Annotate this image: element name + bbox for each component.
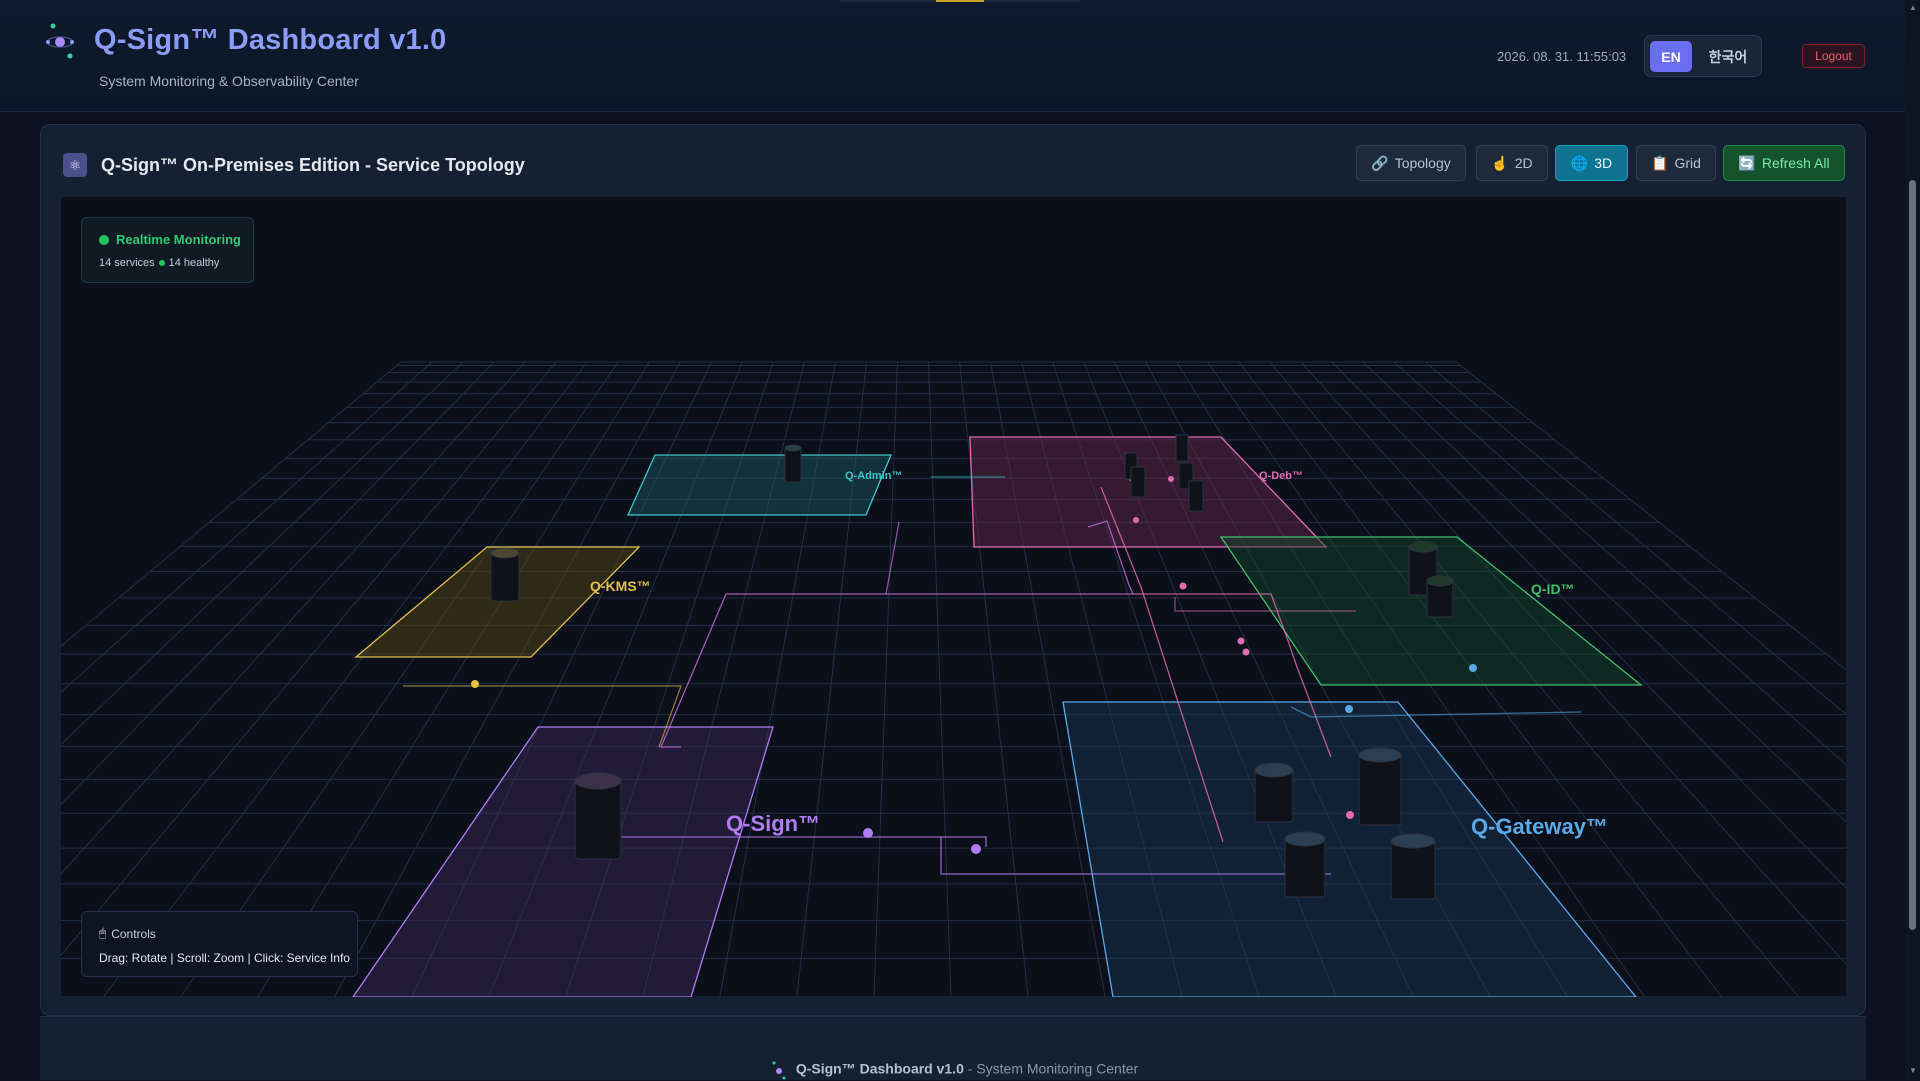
node-qdeb-3[interactable]: [1175, 434, 1189, 462]
refresh-all-label: Refresh All: [1761, 155, 1830, 171]
link-icon: 🔗: [1371, 154, 1389, 171]
language-switcher: EN 한국어: [1644, 35, 1762, 77]
page-scrollbar[interactable]: ▲ ▼: [1905, 0, 1920, 1080]
zone-qsign[interactable]: [352, 726, 774, 997]
label-qgateway: Q-Gateway™: [1471, 814, 1608, 839]
topology-button[interactable]: 🔗 Topology: [1356, 145, 1466, 181]
realtime-monitoring-box: Realtime Monitoring 14 services 14 healt…: [81, 217, 254, 283]
topology-panel: ⚛ Q-Sign™ On-Premises Edition - Service …: [40, 124, 1866, 1016]
status-dot-icon: [99, 235, 109, 245]
view-2d-button[interactable]: ☝ 2D: [1476, 145, 1548, 181]
current-datetime: 2026. 08. 31. 11:55:03: [1497, 49, 1627, 64]
mouse-icon: 🖱: [99, 926, 107, 940]
lang-ko-button[interactable]: 한국어: [1701, 41, 1755, 72]
node-qadmin[interactable]: [784, 444, 802, 483]
top-progress-indicator: [840, 0, 1080, 2]
scrollbar-thumb[interactable]: [1909, 180, 1916, 930]
view-3d-label: 3D: [1594, 155, 1613, 171]
lang-en-button[interactable]: EN: [1650, 41, 1692, 72]
footer-logo-icon: [772, 1061, 786, 1080]
topology-scene[interactable]: Q-Admin™ Q-Deb™ Q-KMS™ Q-ID™ Q-Sign™ Q-G…: [61, 197, 1846, 997]
app-subtitle: System Monitoring & Observability Center: [99, 73, 359, 89]
node-qdeb-5[interactable]: [1188, 480, 1204, 512]
topology-3d-viewport[interactable]: Q-Admin™ Q-Deb™ Q-KMS™ Q-ID™ Q-Sign™ Q-G…: [61, 197, 1846, 997]
zone-qadmin[interactable]: [626, 454, 892, 516]
topology-panel-icon: ⚛: [63, 153, 87, 177]
grid-button-label: Grid: [1674, 155, 1701, 171]
status-title: Realtime Monitoring: [116, 232, 241, 247]
refresh-icon: 🔄: [1738, 154, 1756, 171]
view-2d-label: 2D: [1514, 155, 1533, 171]
refresh-all-button[interactable]: 🔄 Refresh All: [1723, 145, 1845, 181]
label-qdeb: Q-Deb™: [1259, 470, 1303, 482]
zone-qdeb[interactable]: [969, 436, 1328, 548]
controls-title: 🖱 Controls: [99, 926, 156, 941]
footer-brand: Q-Sign™ Dashboard v1.0: [795, 1060, 964, 1077]
status-detail: 14 services 14 healthy: [99, 257, 219, 269]
view-3d-button[interactable]: 🌐 3D: [1555, 145, 1628, 181]
scroll-up-icon[interactable]: ▲: [1909, 3, 1917, 12]
label-qadmin: Q-Admin™: [845, 470, 902, 482]
footer-text: Q-Sign™ Dashboard v1.0 - System Monitori…: [40, 1059, 1866, 1081]
app-title: Q-Sign™ Dashboard v1.0: [94, 24, 447, 56]
globe-icon: 🌐: [1570, 154, 1589, 171]
node-qgateway-1[interactable]: [1254, 762, 1294, 823]
logo-icon: [46, 23, 74, 59]
controls-detail: Drag: Rotate | Scroll: Zoom | Click: Ser…: [99, 951, 350, 965]
node-qdeb-2[interactable]: [1130, 466, 1146, 498]
label-qkms: Q-KMS™: [590, 578, 651, 594]
logout-button[interactable]: Logout: [1802, 44, 1865, 68]
footer: Q-Sign™ Dashboard v1.0 - System Monitori…: [40, 1016, 1866, 1080]
healthy-count: 14 healthy: [168, 257, 220, 269]
pointer-icon: ☝: [1491, 154, 1509, 171]
healthy-dot-icon: [158, 260, 165, 266]
node-qsign[interactable]: [574, 772, 622, 860]
node-qgateway-4[interactable]: [1390, 833, 1436, 900]
panel-title: Q-Sign™ On-Premises Edition - Service To…: [101, 155, 525, 175]
controls-title-label: Controls: [111, 926, 156, 941]
clipboard-icon: 📋: [1651, 154, 1669, 171]
services-count: 14 services: [99, 257, 155, 269]
scroll-down-icon[interactable]: ▼: [1909, 1066, 1917, 1075]
controls-help-box: 🖱 Controls Drag: Rotate | Scroll: Zoom |…: [81, 911, 358, 977]
grid-button[interactable]: 📋 Grid: [1636, 145, 1716, 181]
header-bar: Q-Sign™ Dashboard v1.0 System Monitoring…: [0, 0, 1905, 112]
label-qid: Q-ID™: [1531, 581, 1575, 597]
node-qid-2[interactable]: [1426, 575, 1454, 618]
node-qgateway-3[interactable]: [1284, 831, 1326, 898]
topology-button-label: Topology: [1394, 155, 1451, 171]
node-qkms[interactable]: [490, 547, 520, 602]
node-qgateway-2[interactable]: [1358, 747, 1402, 826]
label-qsign: Q-Sign™: [726, 811, 820, 836]
footer-suffix: - System Monitoring Center: [963, 1060, 1139, 1077]
